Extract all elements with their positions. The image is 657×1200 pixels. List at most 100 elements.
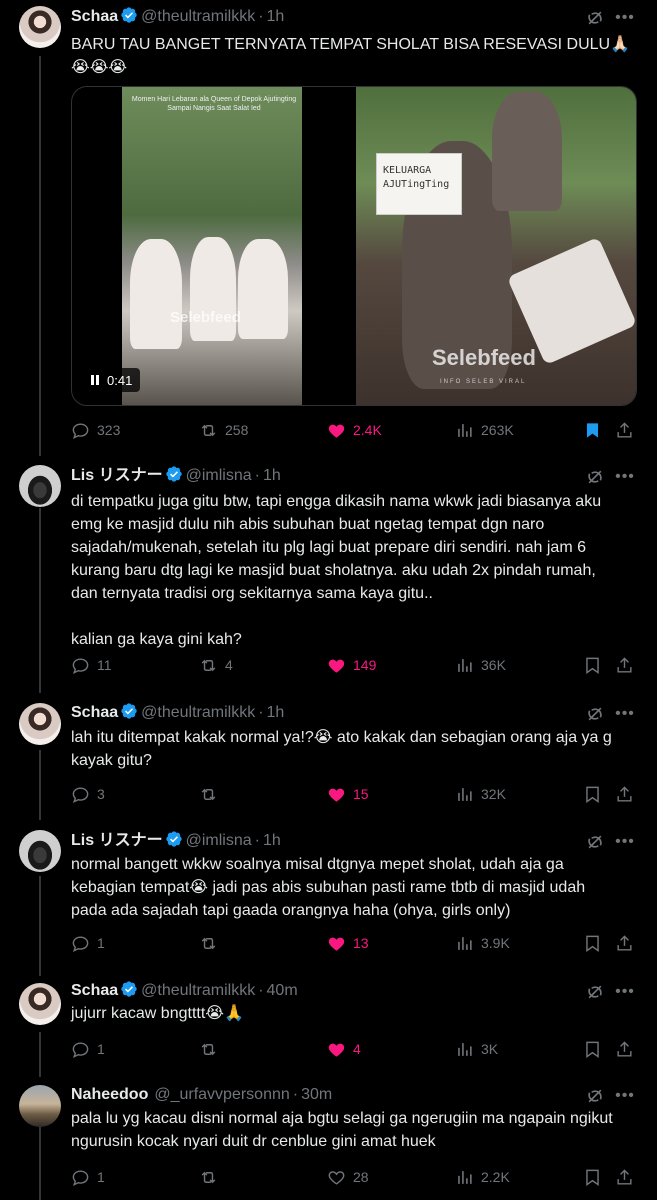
timestamp[interactable]: 30m — [301, 1086, 332, 1103]
repost-button[interactable] — [199, 1038, 225, 1060]
repost-icon — [201, 788, 216, 800]
bookmark-button[interactable] — [583, 1166, 602, 1188]
more-icon[interactable]: ••• — [615, 1086, 635, 1106]
timestamp[interactable]: 1h — [267, 8, 285, 25]
display-name[interactable]: Lis リスナー — [71, 467, 163, 484]
more-icon[interactable]: ••• — [615, 982, 635, 1002]
grok-icon[interactable] — [585, 8, 605, 28]
separator-dot: · — [292, 1086, 299, 1103]
timestamp[interactable]: 1h — [263, 467, 281, 484]
repost-button[interactable]: 258 — [199, 419, 248, 441]
display-name[interactable]: Lis リスナー — [71, 832, 163, 849]
share-button[interactable] — [615, 783, 634, 805]
tweet-text: di tempatku juga gitu btw, tapi engga di… — [71, 493, 602, 648]
handle[interactable]: @theultramilkkk — [141, 704, 255, 721]
like-button[interactable]: 28 — [327, 1166, 369, 1188]
share-button[interactable] — [615, 419, 634, 441]
repost-button[interactable] — [199, 783, 225, 805]
tweet[interactable]: Schaa @theultramilkkk · 40m ••• jujurr kaca… — [0, 980, 657, 1060]
more-icon[interactable]: ••• — [615, 704, 635, 724]
views-button[interactable]: 3K — [455, 1038, 498, 1060]
like-icon — [328, 1170, 345, 1185]
bookmark-icon — [586, 1041, 599, 1058]
avatar[interactable] — [19, 6, 61, 48]
tweet-header: Naheedoo @_urfavvpersonnn · 30m — [71, 1084, 332, 1106]
reply-button[interactable]: 1 — [71, 1166, 105, 1188]
grok-icon[interactable] — [585, 704, 605, 724]
avatar[interactable] — [19, 1085, 61, 1127]
repost-button[interactable]: 4 — [199, 654, 233, 676]
tweet-header: Lis リスナー @imlisna · 1h — [71, 465, 281, 487]
more-icon[interactable]: ••• — [615, 832, 635, 852]
like-button[interactable]: 4 — [327, 1038, 361, 1060]
figure — [238, 239, 288, 339]
like-icon — [328, 659, 345, 673]
grok-icon[interactable] — [585, 1086, 605, 1106]
display-name[interactable]: Schaa — [71, 982, 118, 999]
handle[interactable]: @theultramilkkk — [141, 982, 255, 999]
reply-button[interactable]: 1 — [71, 1038, 105, 1060]
tweet[interactable]: Schaa @theultramilkkk · 1h ••• BARU TAU BAN… — [0, 0, 657, 450]
timestamp[interactable]: 1h — [263, 832, 281, 849]
like-count: 15 — [353, 786, 369, 802]
like-button[interactable]: 2.4K — [327, 419, 382, 441]
tweet[interactable]: Lis リスナー @imlisna · 1h ••• normal bangett w… — [0, 827, 657, 957]
share-button[interactable] — [615, 932, 634, 954]
bookmark-icon — [586, 422, 599, 438]
separator-dot: · — [258, 8, 264, 25]
views-button[interactable]: 3.9K — [455, 932, 510, 954]
display-name[interactable]: Schaa — [71, 704, 118, 721]
avatar[interactable] — [19, 703, 61, 745]
like-button[interactable]: 13 — [327, 932, 369, 954]
video-timer[interactable]: 0:41 — [83, 368, 141, 392]
repost-button[interactable] — [199, 1166, 225, 1188]
tweet[interactable]: Naheedoo @_urfavvpersonnn · 30m ••• pala lu… — [0, 1084, 657, 1194]
views-button[interactable]: 263K — [455, 419, 514, 441]
display-name[interactable]: Schaa — [71, 8, 118, 25]
like-icon — [328, 424, 345, 438]
reply-button[interactable]: 3 — [71, 783, 105, 805]
handle[interactable]: @theultramilkkk — [141, 8, 255, 25]
bookmark-button[interactable] — [583, 654, 602, 676]
bookmark-button[interactable] — [583, 932, 602, 954]
share-button[interactable] — [615, 654, 634, 676]
like-button[interactable]: 149 — [327, 654, 376, 676]
tweet[interactable]: Lis リスナー @imlisna · 1h ••• di tempatku juga… — [0, 460, 657, 680]
bookmark-button[interactable] — [583, 783, 602, 805]
reply-icon — [72, 1041, 89, 1058]
bookmark-button[interactable] — [583, 1038, 602, 1060]
avatar[interactable] — [19, 465, 61, 507]
views-button[interactable]: 2.2K — [455, 1166, 510, 1188]
reply-button[interactable]: 11 — [71, 654, 112, 676]
repost-button[interactable] — [199, 932, 225, 954]
avatar[interactable] — [19, 983, 61, 1025]
reply-count: 1 — [97, 935, 105, 951]
bookmark-button[interactable] — [583, 419, 602, 441]
timestamp[interactable]: 40m — [267, 982, 298, 999]
timestamp[interactable]: 1h — [267, 704, 285, 721]
handle[interactable]: @imlisna — [186, 832, 252, 849]
like-button[interactable]: 15 — [327, 783, 369, 805]
share-button[interactable] — [615, 1038, 634, 1060]
views-button[interactable]: 36K — [455, 654, 506, 676]
views-button[interactable]: 32K — [455, 783, 506, 805]
grok-icon[interactable] — [585, 832, 605, 852]
video-player[interactable]: Momen Hari Lebaran ala Queen of Depok Aj… — [71, 86, 637, 406]
pause-icon[interactable] — [91, 373, 101, 388]
reply-button[interactable]: 1 — [71, 932, 105, 954]
more-icon[interactable]: ••• — [615, 467, 635, 487]
more-icon[interactable]: ••• — [615, 8, 635, 28]
display-name[interactable]: Naheedoo — [71, 1086, 148, 1103]
handle[interactable]: @imlisna — [186, 467, 252, 484]
reply-count: 3 — [97, 786, 105, 802]
verified-badge-icon — [121, 7, 137, 23]
tweet[interactable]: Schaa @theultramilkkk · 1h ••• lah itu dite… — [0, 700, 657, 810]
avatar[interactable] — [19, 830, 61, 872]
reply-button[interactable]: 323 — [71, 419, 120, 441]
grok-icon[interactable] — [585, 982, 605, 1002]
share-button[interactable] — [615, 1166, 634, 1188]
watermark: Selebfeed — [170, 309, 241, 326]
reply-icon — [72, 422, 89, 439]
grok-icon[interactable] — [585, 467, 605, 487]
handle[interactable]: @_urfavvpersonnn — [154, 1086, 289, 1103]
